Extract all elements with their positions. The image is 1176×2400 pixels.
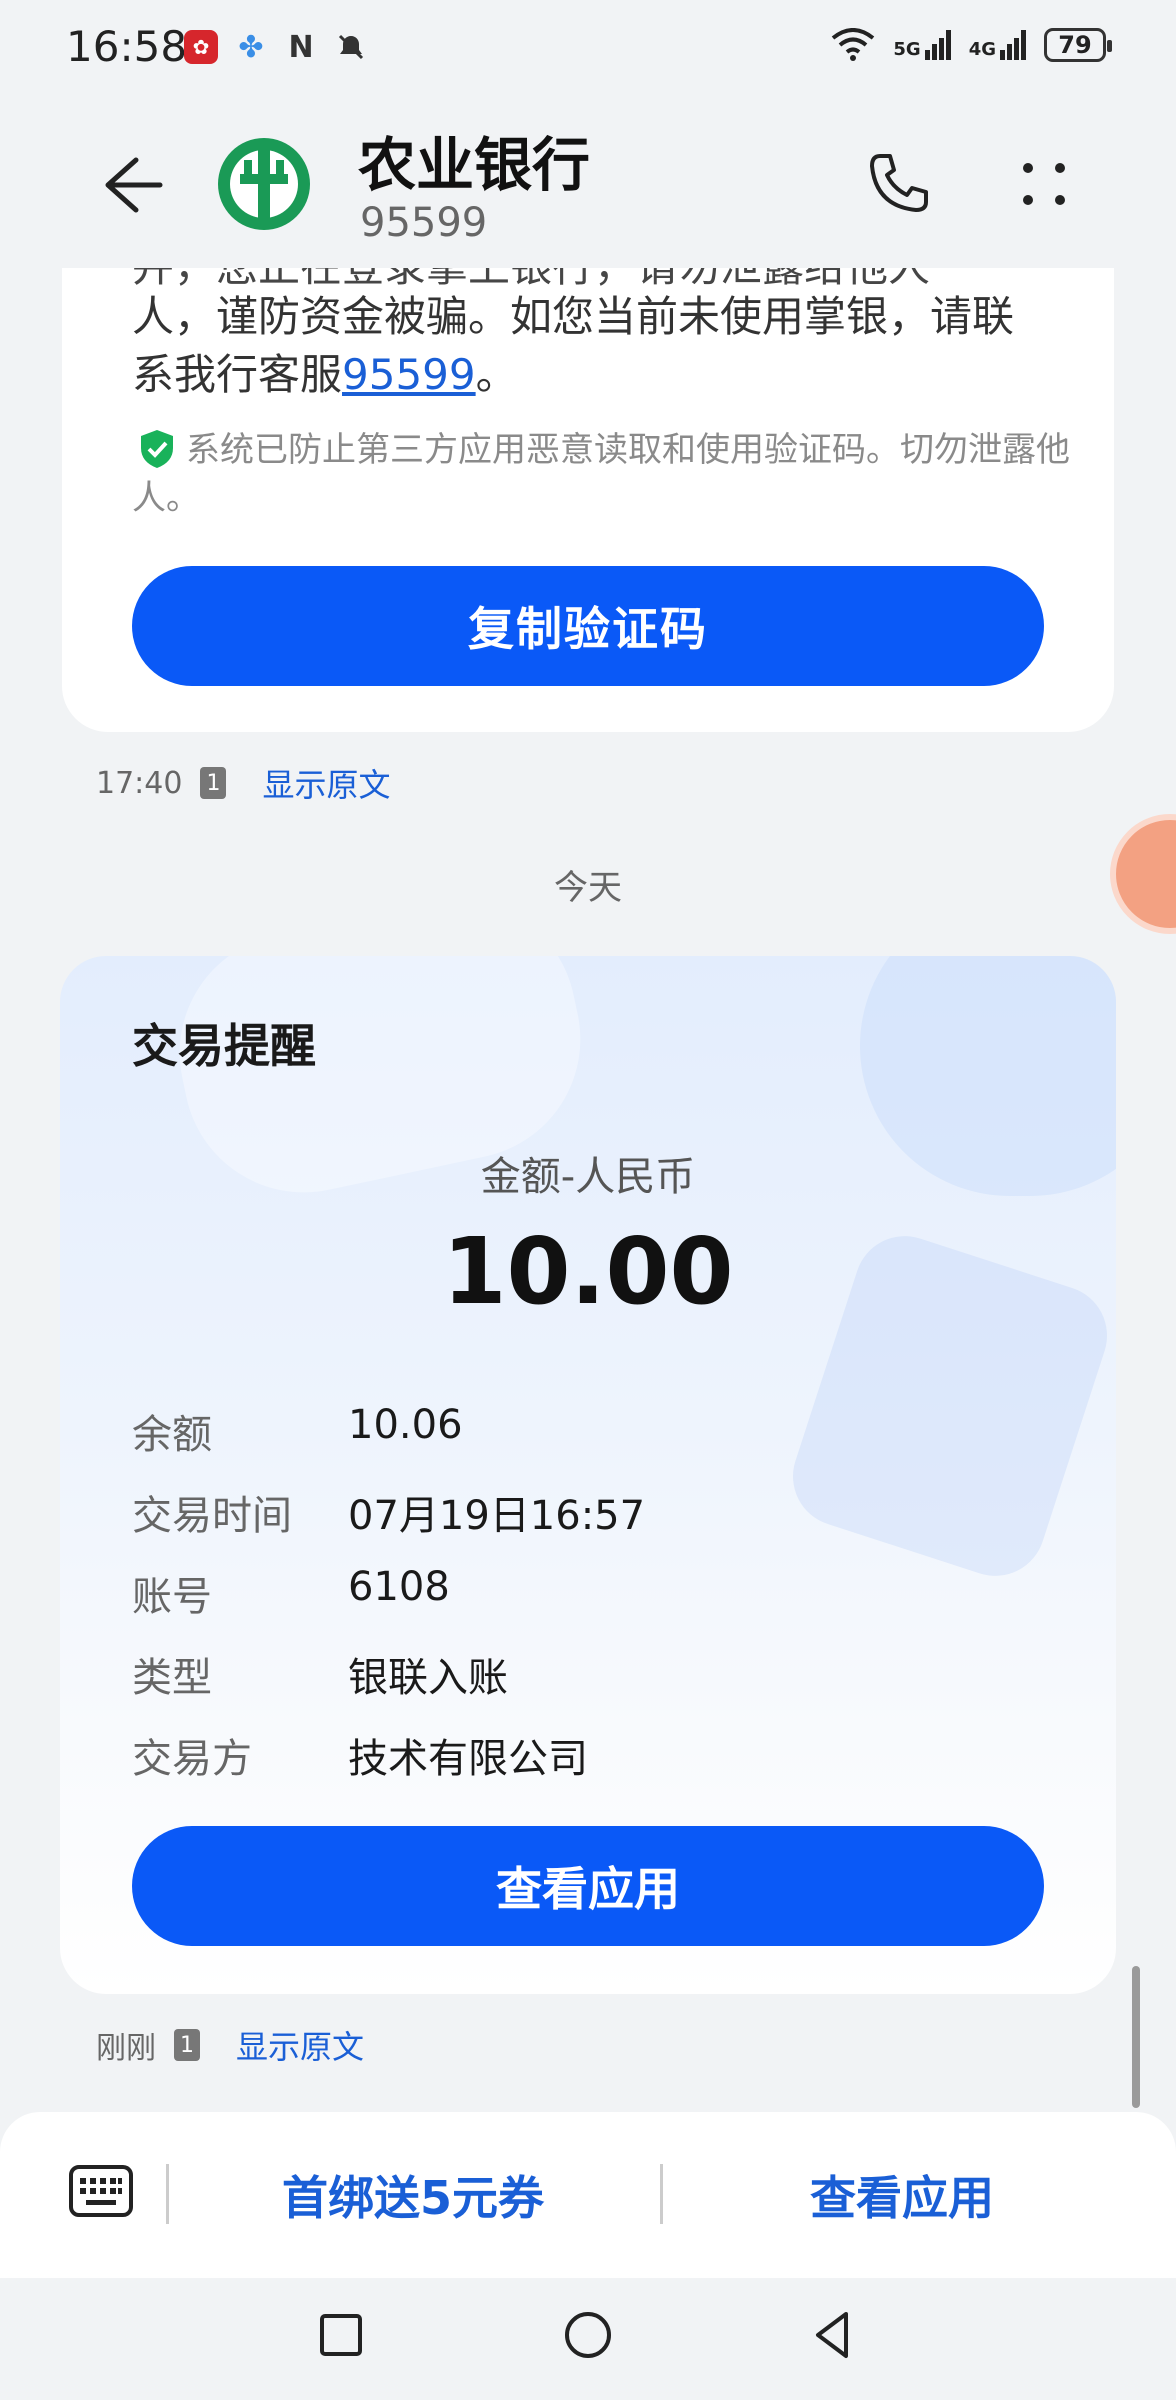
message-time: 17:40: [96, 765, 183, 801]
sender-name: 农业银行: [358, 131, 591, 199]
view-app-button[interactable]: 查看应用: [132, 1826, 1044, 1946]
phone-icon[interactable]: [866, 150, 932, 216]
show-original-link[interactable]: 显示原文: [236, 2022, 364, 2068]
home-icon[interactable]: [561, 2308, 615, 2362]
message-line: 人，谨防资金被骗。如您当前未使用掌银，请联: [132, 292, 1015, 341]
huawei-app-icon: ✿: [184, 30, 218, 64]
wifi-icon: [832, 28, 875, 61]
more-options-icon[interactable]: [1014, 154, 1074, 214]
signal-5g-icon: 5G: [893, 30, 951, 60]
show-original-link[interactable]: 显示原文: [262, 760, 390, 806]
back-nav-icon[interactable]: [806, 2308, 860, 2362]
detail-row-counterparty: 交易方 技术有限公司: [132, 1736, 588, 1782]
status-time: 16:58: [66, 22, 188, 71]
bell-muted-icon: [334, 30, 368, 64]
security-note: 系统已防止第三方应用恶意读取和使用验证码。切勿泄露他人。: [132, 430, 1070, 518]
transaction-card: 交易提醒 金额-人民币 10.00 余额 10.06 交易时间 07月19日16…: [60, 956, 1116, 1994]
message-time: 刚刚: [96, 2031, 156, 2066]
quick-action-view-app[interactable]: 查看应用: [810, 2162, 994, 2228]
sim-badge: 1: [200, 767, 227, 799]
message-body: 人，谨防资金被骗。如您当前未使用掌银，请联 系我行客服95599。: [132, 288, 1072, 404]
keyboard-icon[interactable]: [68, 2164, 134, 2218]
back-arrow-icon[interactable]: [96, 150, 166, 220]
detail-row-time: 交易时间 07月19日16:57: [132, 1493, 646, 1539]
battery-icon: 79: [1044, 28, 1112, 62]
sim-badge: 1: [174, 2029, 200, 2061]
amount-label: 金额-人民币: [480, 1154, 696, 1200]
detail-row-account: 账号 6108: [132, 1564, 450, 1620]
pinwheel-app-icon: ✤: [238, 29, 264, 65]
date-separator: 今天: [554, 868, 622, 908]
detail-row-type: 类型 银联入账: [132, 1655, 508, 1701]
status-right: 5G 4G 79: [831, 28, 1112, 62]
verification-message-card: 并，您正在登录掌上银行，请勿泄露给他人 人，谨防资金被骗。如您当前未使用掌银，请…: [62, 268, 1114, 732]
transaction-title: 交易提醒: [132, 1019, 316, 1073]
divider: [660, 2164, 663, 2224]
nfc-icon: N: [288, 29, 314, 65]
status-bar: 16:58 ✿ ✤ N 5G 4G 79: [0, 0, 1176, 96]
sender-number: 95599: [360, 200, 488, 246]
message2-meta: 刚刚 1 显示原文: [96, 2022, 364, 2068]
detail-row-balance: 余额 10.06: [132, 1402, 463, 1458]
copy-code-button[interactable]: 复制验证码: [132, 566, 1044, 686]
quick-action-coupon[interactable]: 首绑送5元券: [282, 2162, 544, 2228]
quick-action-bar: 首绑送5元券 查看应用: [0, 2112, 1176, 2278]
message-line: 系我行客服95599。: [132, 350, 518, 399]
system-nav-bar: [0, 2278, 1176, 2400]
service-number-link[interactable]: 95599: [342, 350, 476, 399]
notification-icons: ✿ ✤ N: [184, 29, 368, 65]
divider: [166, 2164, 169, 2224]
amount-value: 10.00: [442, 1218, 734, 1325]
abc-bank-logo: [218, 138, 310, 230]
signal-4g-icon: 4G: [969, 30, 1026, 60]
scrollbar[interactable]: [1132, 1966, 1140, 2108]
recent-apps-icon[interactable]: [314, 2308, 368, 2362]
message1-meta: 17:40 1 显示原文: [96, 760, 390, 806]
